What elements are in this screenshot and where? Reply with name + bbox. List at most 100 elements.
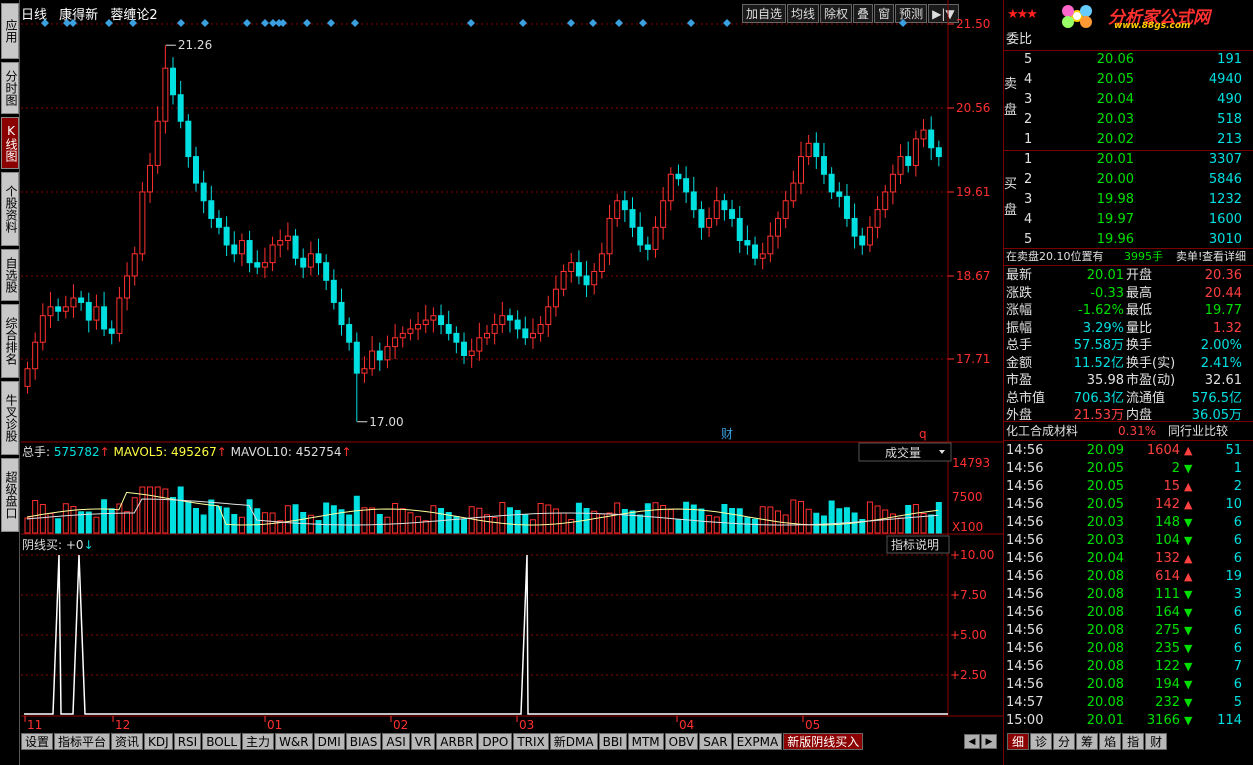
candle <box>491 313 498 345</box>
tick-price: 20.08 <box>1086 569 1124 584</box>
candle <box>729 199 736 227</box>
indicator-tab-9[interactable]: BIAS <box>345 733 382 750</box>
left-tab-7[interactable]: 超级盘口 <box>1 458 19 532</box>
volume-bar <box>843 507 850 534</box>
indicator-tab-20[interactable]: EXPMA <box>732 733 783 750</box>
volume-bar <box>108 508 115 534</box>
detail-tab-bar: 细诊分筹焰指财 <box>1007 733 1168 750</box>
detail-tab-6[interactable]: 财 <box>1145 733 1168 750</box>
left-tab-1[interactable]: 分时图 <box>1 62 19 114</box>
volume-bar <box>652 502 659 534</box>
indicator-tab-12[interactable]: ARBR <box>436 733 478 750</box>
volume-bar <box>39 504 46 534</box>
signal-diamond-icon <box>69 19 77 27</box>
volume-bar <box>315 520 322 534</box>
notice-detail-link[interactable]: 查看详细 <box>1202 248 1246 266</box>
chart-area[interactable]: 21.50 20.56 19.61 18.67 17.71 21.26 17.00 财 q 总手:… <box>21 0 1003 733</box>
volume-bar <box>85 511 92 534</box>
date-label: 05 <box>805 718 820 732</box>
indicator-tab-4[interactable]: RSI <box>173 733 202 750</box>
tick-volume: 194 <box>1155 677 1180 692</box>
industry-compare-button[interactable]: 同行业比较 <box>1168 422 1228 440</box>
tab-scroll-arrows: ◀ ▶ <box>964 734 998 749</box>
date-label: 04 <box>679 718 694 732</box>
detail-tab-2[interactable]: 分 <box>1053 733 1076 750</box>
indicator-tab-21[interactable]: 新版阴线买入 <box>783 733 864 750</box>
q-marker[interactable]: q <box>919 427 927 441</box>
tick-time: 14:56 <box>1006 623 1044 638</box>
indicator-tab-8[interactable]: DMI <box>313 733 345 750</box>
candle <box>667 167 674 211</box>
candle <box>62 295 69 319</box>
indicator-tab-19[interactable]: SAR <box>699 733 732 750</box>
candle <box>277 229 284 258</box>
tick-count: 6 <box>1233 515 1242 530</box>
price-axis-label: 18.67 <box>956 269 990 283</box>
order-price: 20.02 <box>1096 132 1134 147</box>
detail-tab-3[interactable]: 筹 <box>1076 733 1099 750</box>
left-tab-0[interactable]: 应用 <box>1 3 19 59</box>
candle <box>820 142 827 184</box>
volume-bar <box>376 514 383 534</box>
volume-bar <box>882 509 889 534</box>
candle <box>170 57 177 105</box>
candle <box>797 141 804 195</box>
tick-volume: 275 <box>1155 623 1180 638</box>
signal-diamond-icon <box>519 19 527 27</box>
finance-marker[interactable]: 财 <box>721 427 733 441</box>
tick-price: 20.05 <box>1086 461 1124 476</box>
sell-order-row: 3 20.04 490 <box>1004 91 1253 109</box>
indicator-tab-1[interactable]: 指标平台 <box>54 733 111 750</box>
indicator-tab-0[interactable]: 设置 <box>21 733 54 750</box>
indicator-tab-17[interactable]: MTM <box>627 733 664 750</box>
quote-label: 振幅 <box>1006 320 1033 336</box>
left-tab-5[interactable]: 综合排名 <box>1 304 19 378</box>
candle <box>131 246 138 286</box>
candle <box>591 263 598 295</box>
indicator-tab-15[interactable]: 新DMA <box>549 733 598 750</box>
left-tab-3[interactable]: 个股资料 <box>1 172 19 246</box>
indicator-tab-7[interactable]: W&R <box>275 733 313 750</box>
indicator-tab-13[interactable]: DPO <box>478 733 513 750</box>
tick-time: 14:56 <box>1006 497 1044 512</box>
volume-bar <box>101 499 108 534</box>
price-axis-label: 21.50 <box>956 17 990 31</box>
indicator-tab-2[interactable]: 资讯 <box>111 733 144 750</box>
brand-url: www.88gs.com <box>1114 21 1191 30</box>
sell-order-row: 4 20.05 4940 <box>1004 71 1253 89</box>
detail-tab-4[interactable]: 焰 <box>1099 733 1122 750</box>
arrow-down-icon: ▼ <box>1184 660 1193 673</box>
volume-bar <box>177 486 184 534</box>
scroll-right-icon[interactable]: ▶ <box>981 734 997 749</box>
candle <box>39 303 46 351</box>
indicator-tab-5[interactable]: BOLL <box>202 733 242 750</box>
left-tab-2[interactable]: K线图 <box>1 117 19 169</box>
volume-bar <box>62 503 69 534</box>
detail-tab-0[interactable]: 细 <box>1007 733 1030 750</box>
tick-row: 14:56 20.08 194 ▼ 6 <box>1004 676 1253 694</box>
detail-tab-1[interactable]: 诊 <box>1030 733 1053 750</box>
indicator-tab-3[interactable]: KDJ <box>144 733 173 750</box>
indicator-tab-16[interactable]: BBI <box>598 733 627 750</box>
indicator-tab-10[interactable]: ASI <box>382 733 410 750</box>
volume-bar <box>614 502 621 534</box>
left-tab-6[interactable]: 牛叉诊股 <box>1 381 19 455</box>
scroll-left-icon[interactable]: ◀ <box>964 734 980 749</box>
candle <box>453 326 460 354</box>
volume-bar <box>912 504 919 534</box>
indicator-tab-6[interactable]: 主力 <box>242 733 275 750</box>
left-tab-4[interactable]: 自选股 <box>1 249 19 301</box>
indicator-tab-14[interactable]: TRIX <box>513 733 549 750</box>
signal-diamond-icon <box>105 19 113 27</box>
quote-label: 总市值 <box>1006 390 1046 406</box>
order-volume: 4940 <box>1208 72 1242 87</box>
quote-label: 金额 <box>1006 355 1033 371</box>
indicator-tab-18[interactable]: OBV <box>664 733 699 750</box>
quote-value: 3.29% <box>1082 320 1124 336</box>
quote-value: 1.32 <box>1213 320 1242 336</box>
indicator-tab-11[interactable]: VR <box>410 733 436 750</box>
volume-bar <box>392 503 399 534</box>
detail-tab-5[interactable]: 指 <box>1122 733 1145 750</box>
signal-diamond-icon <box>899 19 907 27</box>
tick-volume: 148 <box>1155 515 1180 530</box>
